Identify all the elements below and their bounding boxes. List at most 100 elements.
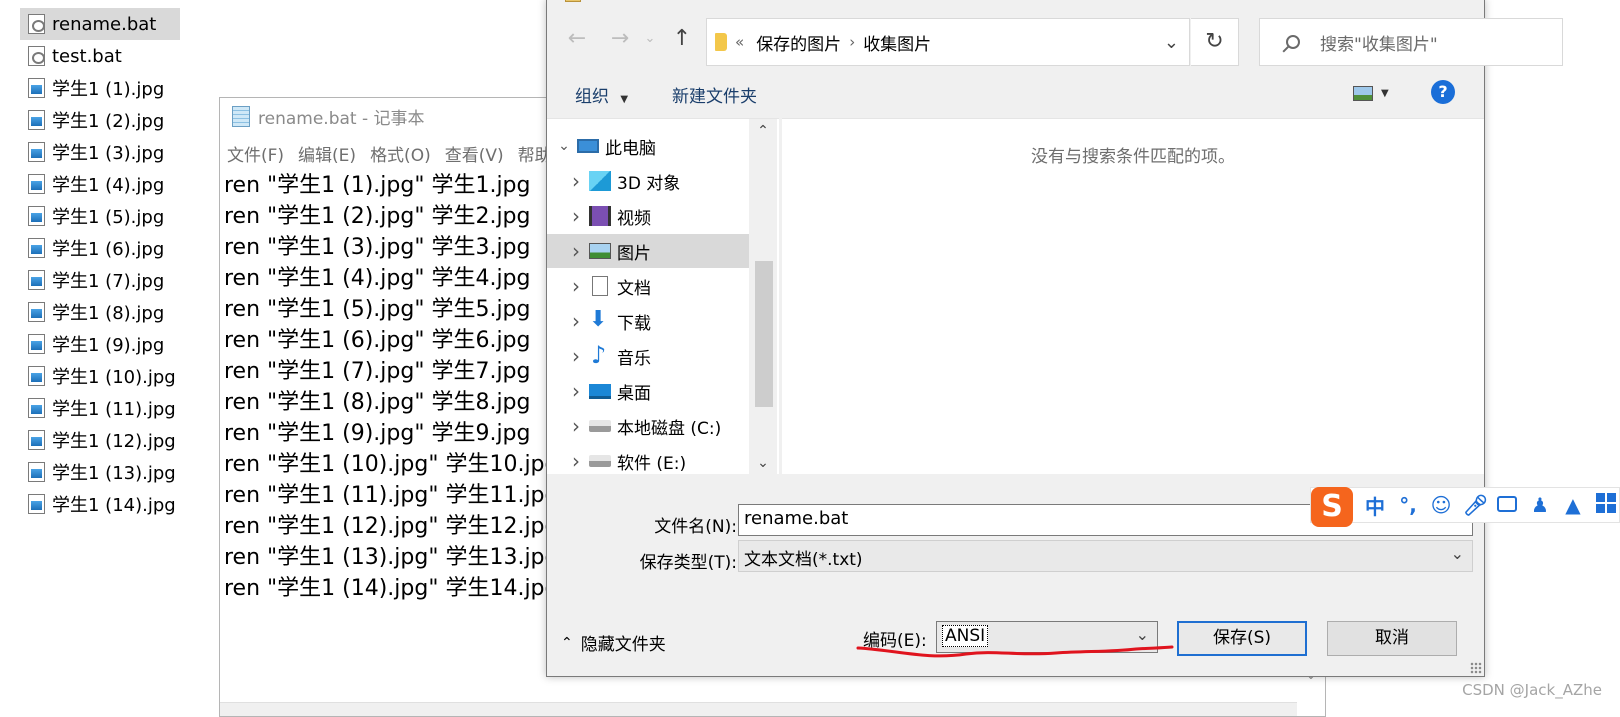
red-annotation-underline xyxy=(856,645,1174,658)
chevron-right-icon[interactable]: › xyxy=(563,274,589,298)
tree-item[interactable]: › 3D 对象 xyxy=(547,164,749,198)
tree-item[interactable]: › 图片 xyxy=(547,234,749,268)
chevron-right-icon[interactable]: › xyxy=(563,379,589,403)
notepad-menu-item[interactable]: 格式(O) xyxy=(370,141,431,166)
tree-item[interactable]: › 音乐 xyxy=(547,339,749,373)
ime-mode-toggle[interactable]: 中 xyxy=(1364,491,1386,520)
microphone-icon[interactable]: 🎤︎ xyxy=(1463,493,1488,517)
desktop-file-item[interactable]: 学生1 (2).jpg xyxy=(20,104,180,136)
new-folder-button[interactable]: 新建文件夹 xyxy=(672,82,757,107)
desktop-file-item[interactable]: 学生1 (10).jpg xyxy=(20,360,180,392)
chevron-right-icon[interactable]: › xyxy=(563,239,589,263)
filetype-select[interactable]: 文本文档(*.txt) ⌄ xyxy=(738,540,1473,572)
desktop-file-item[interactable]: test.bat xyxy=(20,40,180,72)
watermark: CSDN @Jack_AZhe xyxy=(1462,681,1602,699)
chevron-up-icon: ⌃ xyxy=(561,634,573,651)
3d-icon xyxy=(589,171,611,191)
notepad-menu-item[interactable]: 查看(V) xyxy=(445,141,504,166)
chevron-right-icon[interactable]: › xyxy=(563,344,589,368)
scroll-up-icon[interactable]: ⌃ xyxy=(749,119,777,143)
pc-icon xyxy=(577,139,599,153)
skin-shirt-icon[interactable]: ▲ xyxy=(1562,493,1584,517)
filename-label: 文件名(N): xyxy=(654,517,737,537)
keyboard-icon[interactable] xyxy=(1496,493,1518,517)
tree-item[interactable]: ⌄ 此电脑 xyxy=(547,129,749,163)
chevron-down-icon[interactable]: ⌄ xyxy=(551,138,577,154)
view-options-button[interactable]: ▼ xyxy=(1353,83,1393,103)
toolbox-grid-icon[interactable] xyxy=(1595,492,1617,518)
notepad-title-bar: rename.bat - 记事本 xyxy=(232,104,425,129)
navigation-scrollbar[interactable]: ⌃ ⌄ xyxy=(749,119,777,475)
address-dropdown-icon[interactable]: ⌄ xyxy=(1164,32,1179,53)
chevron-right-icon[interactable]: › xyxy=(563,169,589,193)
tree-item[interactable]: › 本地磁盘 (C:) xyxy=(547,409,749,443)
organize-button[interactable]: 组织 ▼ xyxy=(575,82,628,107)
image-file-icon xyxy=(28,270,45,290)
text-line: ren "学生1 (13).jpg" 学生13.jpg xyxy=(224,545,559,570)
scrollbar-thumb[interactable] xyxy=(755,261,773,407)
tree-item[interactable]: › 软件 (E:) xyxy=(547,444,749,478)
desktop-file-item[interactable]: 学生1 (12).jpg xyxy=(20,424,180,456)
chevron-right-icon[interactable]: › xyxy=(563,449,589,473)
breadcrumb-segment[interactable]: 保存的图片 xyxy=(756,30,841,55)
history-dropdown-icon[interactable]: ⌄ xyxy=(643,26,657,52)
desktop-file-item[interactable]: 学生1 (3).jpg xyxy=(20,136,180,168)
ime-punctuation-toggle[interactable]: °, xyxy=(1397,493,1419,517)
address-bar[interactable]: « 保存的图片 › 收集图片 ⌄ xyxy=(706,18,1190,66)
organize-label: 组织 xyxy=(575,87,609,107)
desktop-file-item[interactable]: 学生1 (6).jpg xyxy=(20,232,180,264)
tree-item[interactable]: › 桌面 xyxy=(547,374,749,408)
address-prefix[interactable]: « xyxy=(735,33,744,51)
tree-item[interactable]: › 文档 xyxy=(547,269,749,303)
view-icon xyxy=(1353,85,1373,101)
notepad-menu-item[interactable]: 编辑(E) xyxy=(298,141,356,166)
up-arrow-icon[interactable]: ↑ xyxy=(669,26,695,52)
chevron-right-icon[interactable]: › xyxy=(563,414,589,438)
file-name: 学生1 (6).jpg xyxy=(52,239,165,260)
file-content-pane[interactable]: 没有与搜索条件匹配的项。 xyxy=(782,118,1484,474)
resize-grip-icon[interactable] xyxy=(1470,662,1482,674)
docs-icon xyxy=(592,276,608,296)
file-name: 学生1 (14).jpg xyxy=(52,495,176,516)
tree-item[interactable]: › 视频 xyxy=(547,199,749,233)
breadcrumb-segment[interactable]: 收集图片 xyxy=(863,30,931,55)
file-name: 学生1 (10).jpg xyxy=(52,367,176,388)
help-icon[interactable]: ? xyxy=(1431,80,1455,104)
download-icon xyxy=(589,307,611,332)
desktop-file-item[interactable]: 学生1 (13).jpg xyxy=(20,456,180,488)
desktop-file-item[interactable]: rename.bat xyxy=(20,8,180,40)
desktop-file-item[interactable]: 学生1 (9).jpg xyxy=(20,328,180,360)
text-line: ren "学生1 (10).jpg" 学生10.jpg xyxy=(224,452,559,477)
notepad-text-area[interactable]: ren "学生1 (1).jpg" 学生1.jpg ren "学生1 (2).jp… xyxy=(224,170,558,604)
desktop-file-item[interactable]: 学生1 (8).jpg xyxy=(20,296,180,328)
desktop-file-item[interactable]: 学生1 (14).jpg xyxy=(20,488,180,520)
cancel-button[interactable]: 取消 xyxy=(1327,621,1457,656)
forward-arrow-icon[interactable]: → xyxy=(607,26,633,52)
desktop-file-item[interactable]: 学生1 (5).jpg xyxy=(20,200,180,232)
chevron-right-icon[interactable]: › xyxy=(563,309,589,333)
user-card-icon[interactable]: ♟ xyxy=(1529,493,1551,517)
emoji-icon[interactable]: ☺ xyxy=(1430,493,1452,517)
desktop-file-item[interactable]: 学生1 (4).jpg xyxy=(20,168,180,200)
chevron-down-icon: ⌄ xyxy=(1450,544,1464,563)
chevron-right-icon[interactable]: › xyxy=(563,204,589,228)
horizontal-scrollbar[interactable] xyxy=(220,702,1297,716)
search-input[interactable]: 搜索"收集图片" xyxy=(1259,18,1563,66)
image-file-icon xyxy=(28,334,45,354)
image-file-icon xyxy=(28,238,45,258)
breadcrumb-chevron-icon[interactable]: › xyxy=(849,33,855,51)
sogou-logo-icon[interactable]: S xyxy=(1311,487,1353,527)
desktop-file-item[interactable]: 学生1 (7).jpg xyxy=(20,264,180,296)
back-arrow-icon[interactable]: ← xyxy=(564,26,590,52)
notepad-menu-item[interactable]: 文件(F) xyxy=(227,141,284,166)
save-button[interactable]: 保存(S) xyxy=(1177,621,1307,656)
scroll-down-icon[interactable]: ⌄ xyxy=(749,451,777,475)
drive-icon xyxy=(589,420,611,432)
filetype-value: 文本文档(*.txt) xyxy=(744,550,863,570)
annotation-stroke xyxy=(856,645,1174,658)
tree-item[interactable]: › 下载 xyxy=(547,304,749,338)
desktop-file-item[interactable]: 学生1 (11).jpg xyxy=(20,392,180,424)
hide-folders-button[interactable]: ⌃ 隐藏文件夹 xyxy=(561,630,666,656)
desktop-file-item[interactable]: 学生1 (1).jpg xyxy=(20,72,180,104)
refresh-icon[interactable]: ↻ xyxy=(1191,18,1239,66)
